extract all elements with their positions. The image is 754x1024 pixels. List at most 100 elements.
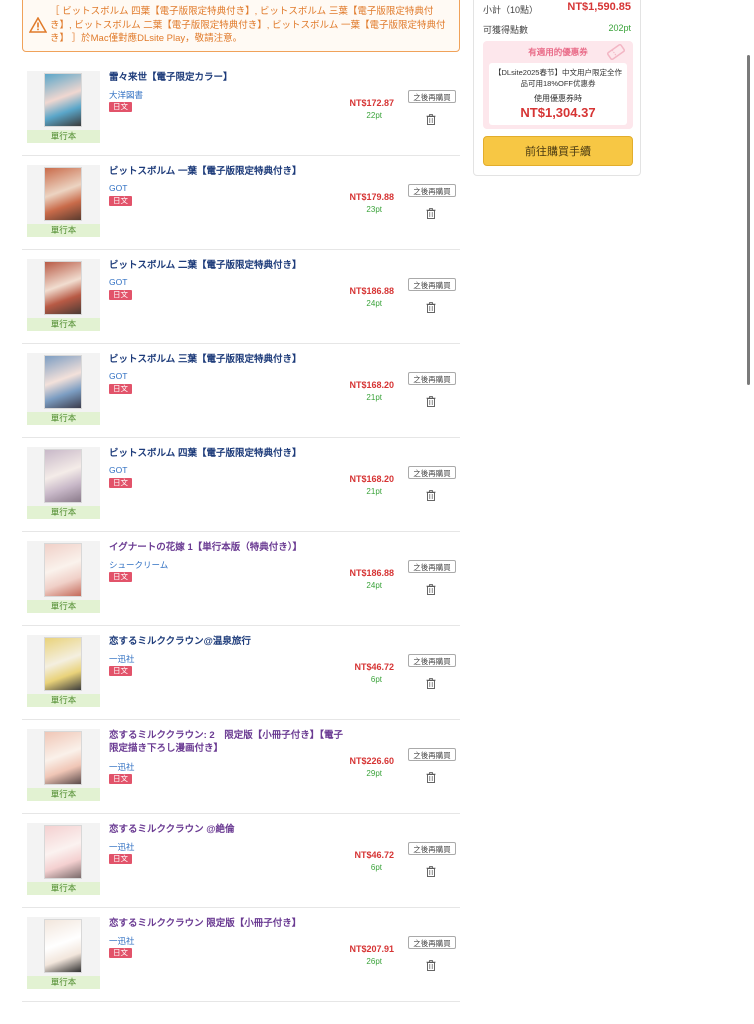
notice-text: ［ ビットスボルム 四葉【電子版限定特典付き】, ビットスボルム 三葉【電子版限… xyxy=(50,6,446,44)
item-circle[interactable]: 一迅社 xyxy=(109,935,135,947)
trash-icon[interactable] xyxy=(426,678,436,689)
format-badge: 單行本 xyxy=(27,788,100,801)
item-title[interactable]: ビットスボルム 一葉【電子版限定特典付き】 xyxy=(109,165,349,178)
trash-icon[interactable] xyxy=(426,396,436,407)
trash-icon[interactable] xyxy=(426,490,436,501)
item-title[interactable]: 恋するミルククラウン: 2 限定版【小冊子付き】【電子限定描き下ろし漫画付き】 xyxy=(109,729,349,755)
buy-later-button[interactable]: 之後再購買 xyxy=(408,560,456,573)
item-circle[interactable]: GOT xyxy=(109,183,127,193)
format-badge: 單行本 xyxy=(27,882,100,895)
buy-later-button[interactable]: 之後再購買 xyxy=(408,184,456,197)
trash-icon[interactable] xyxy=(426,584,436,595)
item-circle[interactable]: 大洋図書 xyxy=(109,89,143,101)
coupon-description: 【DLsite2025春节】中文用户限定全作品可用18%OFF优惠券 xyxy=(494,68,622,88)
item-circle[interactable]: GOT xyxy=(109,277,127,287)
cart-item-row: 單行本 ビットスボルム 四葉【電子版限定特典付き】 GOT 日文 NT$168.… xyxy=(22,438,460,532)
item-points: 29pt xyxy=(366,769,382,778)
cart-item-row: 單行本 恋するミルククラウン: 2 限定版【小冊子付き】【電子限定描き下ろし漫画… xyxy=(22,720,460,814)
cover-thumbnail[interactable] xyxy=(27,353,100,413)
buy-later-button[interactable]: 之後再購買 xyxy=(408,842,456,855)
item-points: 24pt xyxy=(366,299,382,308)
scrollbar[interactable] xyxy=(747,55,750,385)
cart-item-list: 單行本 雷々来世【電子限定カラー】 大洋図書 日文 NT$172.87 22pt… xyxy=(22,62,460,1002)
item-points: 23pt xyxy=(366,205,382,214)
coupon-card: 【DLsite2025春节】中文用户限定全作品可用18%OFF优惠券 使用優惠券… xyxy=(489,63,627,125)
buy-later-button[interactable]: 之後再購買 xyxy=(408,372,456,385)
buy-later-button[interactable]: 之後再購買 xyxy=(408,936,456,949)
language-badge: 日文 xyxy=(109,196,132,206)
subtotal-row: 小計（10點） NT$1,590.85 xyxy=(483,1,631,16)
format-badge: 單行本 xyxy=(27,506,100,519)
item-title[interactable]: ビットスボルム 二葉【電子版限定特典付き】 xyxy=(109,259,349,272)
format-badge: 單行本 xyxy=(27,318,100,331)
item-price: NT$168.20 xyxy=(349,380,394,390)
trash-icon[interactable] xyxy=(426,114,436,125)
language-badge: 日文 xyxy=(109,774,132,784)
language-badge: 日文 xyxy=(109,102,132,112)
buy-later-button[interactable]: 之後再購買 xyxy=(408,278,456,291)
mac-compat-notice: ［ ビットスボルム 四葉【電子版限定特典付き】, ビットスボルム 三葉【電子版限… xyxy=(22,0,460,52)
item-price: NT$186.88 xyxy=(349,568,394,578)
trash-icon[interactable] xyxy=(426,960,436,971)
item-title[interactable]: 恋するミルククラウン@温泉旅行 xyxy=(109,635,349,648)
cover-thumbnail[interactable] xyxy=(27,71,100,131)
cover-thumbnail[interactable] xyxy=(27,541,100,601)
points-label: 可獲得點數 xyxy=(483,25,529,35)
item-price: NT$172.87 xyxy=(349,98,394,108)
item-title[interactable]: 雷々来世【電子限定カラー】 xyxy=(109,71,349,84)
item-title[interactable]: 恋するミルククラウン 限定版【小冊子付き】 xyxy=(109,917,349,930)
item-price: NT$186.88 xyxy=(349,286,394,296)
cover-thumbnail[interactable] xyxy=(27,447,100,507)
language-badge: 日文 xyxy=(109,478,132,488)
item-circle[interactable]: 一迅社 xyxy=(109,653,135,665)
language-badge: 日文 xyxy=(109,854,132,864)
trash-icon[interactable] xyxy=(426,302,436,313)
cart-item-row: 單行本 恋するミルククラウン 限定版【小冊子付き】 一迅社 日文 NT$207.… xyxy=(22,908,460,1002)
item-price: NT$207.91 xyxy=(349,944,394,954)
item-circle[interactable]: GOT xyxy=(109,371,127,381)
cart-item-row: 單行本 恋するミルククラウン@温泉旅行 一迅社 日文 NT$46.72 6pt … xyxy=(22,626,460,720)
buy-later-button[interactable]: 之後再購買 xyxy=(408,654,456,667)
trash-icon[interactable] xyxy=(426,208,436,219)
cart-item-row: 單行本 イグナートの花嫁 1【単行本版（特典付き）】 シュークリーム 日文 NT… xyxy=(22,532,460,626)
buy-later-button[interactable]: 之後再購買 xyxy=(408,466,456,479)
cover-image xyxy=(44,637,82,691)
cover-image xyxy=(44,543,82,597)
cover-thumbnail[interactable] xyxy=(27,165,100,225)
item-circle[interactable]: GOT xyxy=(109,465,127,475)
trash-icon[interactable] xyxy=(426,772,436,783)
buy-later-button[interactable]: 之後再購買 xyxy=(408,90,456,103)
item-title[interactable]: イグナートの花嫁 1【単行本版（特典付き）】 xyxy=(109,541,349,554)
buy-later-button[interactable]: 之後再購買 xyxy=(408,748,456,761)
language-badge: 日文 xyxy=(109,572,132,582)
item-title[interactable]: 恋するミルククラウン @絶倫 xyxy=(109,823,349,836)
cover-thumbnail[interactable] xyxy=(27,635,100,695)
order-summary-panel: 小計（10點） NT$1,590.85 可獲得點數 202pt 有適用的優惠券 … xyxy=(473,0,641,176)
cart-item-row: 單行本 ビットスボルム 三葉【電子版限定特典付き】 GOT 日文 NT$168.… xyxy=(22,344,460,438)
language-badge: 日文 xyxy=(109,666,132,676)
trash-icon[interactable] xyxy=(426,866,436,877)
cover-thumbnail[interactable] xyxy=(27,259,100,319)
format-badge: 單行本 xyxy=(27,600,100,613)
cover-thumbnail[interactable] xyxy=(27,917,100,977)
cover-thumbnail[interactable] xyxy=(27,729,100,789)
item-circle[interactable]: 一迅社 xyxy=(109,841,135,853)
coupon-box[interactable]: 有適用的優惠券 【DLsite2025春节】中文用户限定全作品可用18%OFF优… xyxy=(483,41,633,129)
points-row: 可獲得點數 202pt xyxy=(483,23,631,36)
item-circle[interactable]: シュークリーム xyxy=(109,559,168,571)
subtotal-value: NT$1,590.85 xyxy=(567,1,631,13)
cover-image xyxy=(44,449,82,503)
format-badge: 單行本 xyxy=(27,694,100,707)
item-title[interactable]: ビットスボルム 四葉【電子版限定特典付き】 xyxy=(109,447,349,460)
cover-image xyxy=(44,73,82,127)
item-circle[interactable]: 一迅社 xyxy=(109,761,135,773)
item-price: NT$46.72 xyxy=(354,662,394,672)
warning-icon xyxy=(29,17,47,33)
cart-item-row: 單行本 恋するミルククラウン @絶倫 一迅社 日文 NT$46.72 6pt 之… xyxy=(22,814,460,908)
item-price: NT$46.72 xyxy=(354,850,394,860)
cover-image xyxy=(44,731,82,785)
cover-thumbnail[interactable] xyxy=(27,823,100,883)
checkout-button[interactable]: 前往購買手續 xyxy=(483,136,633,166)
item-title[interactable]: ビットスボルム 三葉【電子版限定特典付き】 xyxy=(109,353,349,366)
item-price: NT$168.20 xyxy=(349,474,394,484)
